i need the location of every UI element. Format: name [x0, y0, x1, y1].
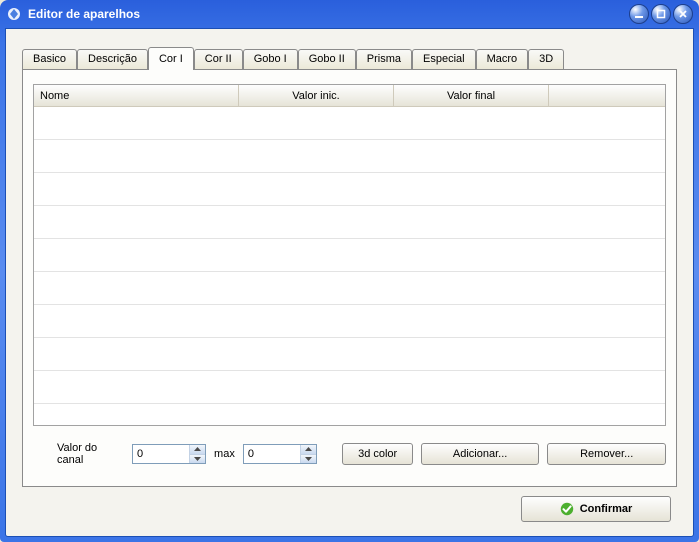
- tab-basico[interactable]: Basico: [22, 49, 77, 69]
- titlebar[interactable]: Editor de aparelhos: [0, 0, 699, 28]
- spinner-down-icon[interactable]: [190, 454, 205, 464]
- table-row[interactable]: [34, 272, 665, 305]
- confirm-label: Confirmar: [580, 503, 633, 515]
- column-header-init[interactable]: Valor inic.: [239, 85, 394, 106]
- tabstrip: Basico Descrição Cor I Cor II Gobo I Gob…: [22, 47, 677, 69]
- table-row[interactable]: [34, 140, 665, 173]
- tab-descricao[interactable]: Descrição: [77, 49, 148, 69]
- tab-panel: Nome Valor inic. Valor final: [22, 69, 677, 487]
- grid-body[interactable]: [34, 107, 665, 425]
- tab-label: Especial: [423, 53, 465, 65]
- add-button[interactable]: Adicionar...: [421, 443, 540, 465]
- channel-value-input[interactable]: [133, 445, 189, 463]
- window-controls: [629, 4, 693, 24]
- tab-gobo-2[interactable]: Gobo II: [298, 49, 356, 69]
- tab-label: Basico: [33, 53, 66, 65]
- tab-3d[interactable]: 3D: [528, 49, 564, 69]
- tab-label: Prisma: [367, 53, 401, 65]
- window: Editor de aparelhos Basico Descrição Cor…: [0, 0, 699, 542]
- table-row[interactable]: [34, 206, 665, 239]
- tab-prisma[interactable]: Prisma: [356, 49, 412, 69]
- table-row[interactable]: [34, 371, 665, 404]
- tab-especial[interactable]: Especial: [412, 49, 476, 69]
- tab-label: Gobo II: [309, 53, 345, 65]
- confirm-button[interactable]: Confirmar: [521, 496, 671, 522]
- color-3d-button[interactable]: 3d color: [342, 443, 412, 465]
- tab-label: 3D: [539, 53, 553, 65]
- table-row[interactable]: [34, 338, 665, 371]
- tab-label: Gobo I: [254, 53, 287, 65]
- data-grid[interactable]: Nome Valor inic. Valor final: [33, 84, 666, 426]
- table-row[interactable]: [34, 239, 665, 272]
- spinner-up-icon[interactable]: [190, 445, 205, 454]
- table-row[interactable]: [34, 404, 665, 425]
- remove-button[interactable]: Remover...: [547, 443, 666, 465]
- column-header-final[interactable]: Valor final: [394, 85, 549, 106]
- table-row[interactable]: [34, 173, 665, 206]
- channel-value-spinner[interactable]: [132, 444, 206, 464]
- tab-gobo-1[interactable]: Gobo I: [243, 49, 298, 69]
- check-icon: [560, 502, 574, 516]
- max-value-input[interactable]: [244, 445, 300, 463]
- channel-value-label: Valor do canal: [57, 442, 124, 466]
- max-value-spinner[interactable]: [243, 444, 317, 464]
- app-icon: [6, 6, 22, 22]
- tab-cor-1[interactable]: Cor I: [148, 47, 194, 70]
- table-row[interactable]: [34, 305, 665, 338]
- column-header-extra[interactable]: [549, 85, 665, 106]
- grid-header: Nome Valor inic. Valor final: [34, 85, 665, 107]
- table-row[interactable]: [34, 107, 665, 140]
- tab-label: Descrição: [88, 53, 137, 65]
- spinner-up-icon[interactable]: [301, 445, 316, 454]
- tab-label: Macro: [487, 53, 518, 65]
- tab-cor-2[interactable]: Cor II: [194, 49, 243, 69]
- footer: Confirmar: [521, 496, 671, 522]
- bottom-controls: Valor do canal max 3d: [33, 442, 666, 466]
- max-label: max: [214, 448, 235, 460]
- window-title: Editor de aparelhos: [28, 7, 629, 21]
- client-area: Basico Descrição Cor I Cor II Gobo I Gob…: [5, 28, 694, 537]
- maximize-button[interactable]: [651, 4, 671, 24]
- minimize-button[interactable]: [629, 4, 649, 24]
- column-header-name[interactable]: Nome: [34, 85, 239, 106]
- spinner-down-icon[interactable]: [301, 454, 316, 464]
- close-button[interactable]: [673, 4, 693, 24]
- tab-label: Cor II: [205, 53, 232, 65]
- tab-label: Cor I: [159, 53, 183, 65]
- tab-macro[interactable]: Macro: [476, 49, 529, 69]
